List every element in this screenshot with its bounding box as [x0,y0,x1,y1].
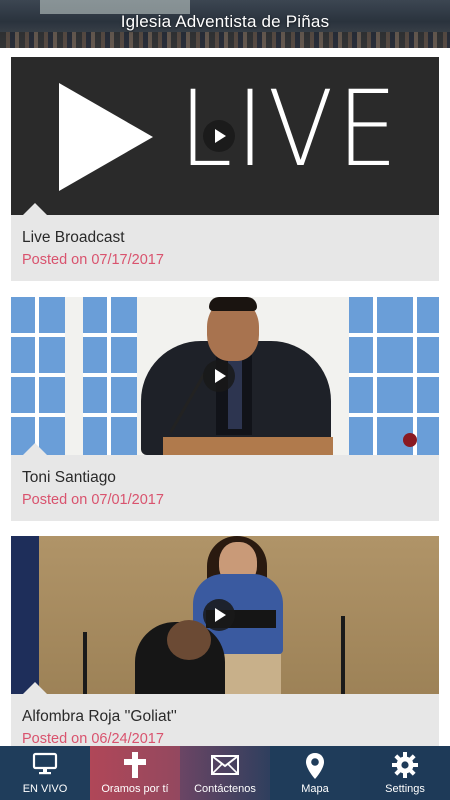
video-title[interactable]: Toni Santiago [22,469,116,487]
gear-icon [392,752,418,778]
video-card[interactable]: Alfombra Roja ''Goliat'' Posted on 06/24… [11,536,439,760]
tab-label: Mapa [301,783,329,795]
window [83,297,137,455]
tab-contactenos[interactable]: Contáctenos [180,746,270,800]
card-notch [23,443,47,455]
bottom-tab-bar: EN VIVO Oramos por tí Contáctenos Mapa S… [0,746,450,800]
live-play-triangle [59,83,153,191]
red-object [403,433,417,447]
window [11,297,65,455]
tab-label: Contáctenos [194,783,256,795]
video-title[interactable]: Alfombra Roja ''Goliat'' [22,708,177,726]
cross-icon [124,752,146,778]
tab-mapa[interactable]: Mapa [270,746,360,800]
mic-stand [83,632,87,694]
video-date: Posted on 07/01/2017 [22,492,164,508]
podium [163,437,333,455]
tab-label: Settings [385,783,425,795]
video-thumbnail[interactable] [11,297,439,455]
tab-settings[interactable]: Settings [360,746,450,800]
video-card[interactable]: Toni Santiago Posted on 07/01/2017 [11,297,439,521]
video-date: Posted on 07/17/2017 [22,252,164,268]
map-pin-icon [306,753,324,779]
left-curtain [11,536,39,694]
tab-label: EN VIVO [22,783,68,795]
video-thumbnail[interactable]: LIVE [11,57,439,215]
envelope-icon [211,755,239,775]
app-title: Iglesia Adventista de Piñas [120,12,330,31]
tab-oramos[interactable]: Oramos por tí [90,746,180,800]
musician-head [167,620,211,660]
app-header: Iglesia Adventista de Piñas [0,0,450,48]
play-icon[interactable] [203,360,235,392]
card-notch [23,682,47,694]
video-date: Posted on 06/24/2017 [22,731,164,747]
play-icon[interactable] [203,599,235,631]
video-thumbnail[interactable] [11,536,439,694]
speaker-hair [209,297,257,311]
monitor-icon [32,752,58,775]
tab-label: Oramos por tí [101,783,169,795]
video-title[interactable]: Live Broadcast [22,229,125,247]
card-notch [23,203,47,215]
mic-stand [341,616,345,694]
tab-en-vivo[interactable]: EN VIVO [0,746,90,800]
play-icon[interactable] [203,120,235,152]
header-background-crowd [0,32,450,48]
video-card[interactable]: LIVE Live Broadcast Posted on 07/17/2017 [11,57,439,281]
window [389,297,439,455]
